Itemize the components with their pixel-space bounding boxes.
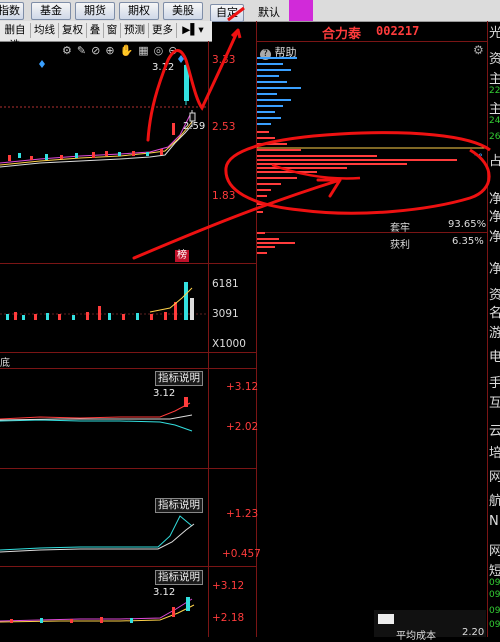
indicator2-axis-top: +1.23: [226, 508, 259, 520]
collapse-panel-icon[interactable]: ▶▌▾: [178, 23, 208, 38]
overlay-button[interactable]: 叠: [87, 23, 104, 38]
avg-cost-label: 平均成本: [396, 631, 436, 642]
volume-axis-mid: 3091: [212, 308, 239, 320]
remove-watchlist-button[interactable]: 删自选: [0, 23, 31, 51]
right-column-item: 短: [489, 564, 500, 579]
indicator3-chart[interactable]: [0, 595, 208, 637]
right-column-item: 占: [489, 154, 500, 169]
stock-code: 002217: [376, 24, 420, 38]
rank-badge[interactable]: 榜: [175, 250, 189, 262]
main-chart-right-border: [208, 41, 209, 637]
right-column-item: 名: [489, 306, 500, 321]
window-button[interactable]: 窗: [104, 23, 121, 38]
right-column-item: 航: [489, 494, 500, 509]
profit-value: 6.35%: [452, 236, 484, 247]
volume-axis-unit: X1000: [212, 338, 246, 350]
trapped-value: 93.65%: [448, 219, 487, 230]
price-axis-mid: 2.53: [212, 121, 236, 133]
indicator2-top-border: [0, 468, 256, 469]
indicator1-top-border: [0, 352, 256, 353]
more-button[interactable]: 更多: [149, 23, 177, 38]
lower-chip-bars: [257, 232, 295, 254]
right-column-item: 26: [489, 132, 500, 142]
forecast-button[interactable]: 预测: [121, 23, 149, 38]
right-column-item: 09: [489, 620, 500, 630]
avg-cost-value: 2.20: [462, 627, 485, 638]
indicator1-axis-low: +2.02: [226, 421, 259, 433]
right-column-item: 网: [489, 544, 500, 559]
tab-custom[interactable]: 自定: [210, 4, 244, 22]
price-low-label: 2.59: [183, 121, 206, 132]
tab-futures[interactable]: 期货: [75, 2, 115, 20]
right-column-item: 培: [489, 446, 500, 461]
price-chart[interactable]: [0, 55, 208, 263]
right-column-item: 游: [489, 326, 500, 341]
right-column-item: 净: [489, 210, 500, 225]
highlight-tab[interactable]: [289, 0, 313, 21]
adjust-price-button[interactable]: 复权: [59, 23, 87, 38]
indicator1-axis-top: +3.12: [226, 381, 259, 393]
volume-top-border: [0, 263, 256, 264]
profit-label: 获利: [390, 240, 410, 251]
right-column-item: 光: [489, 26, 500, 41]
volume-axis-top: 6181: [212, 278, 239, 290]
chart-toolbar: 删自选 均线 复权 叠 窗 预测 更多 ▶▌▾: [0, 21, 212, 51]
indicator3-help-button[interactable]: 指标说明: [155, 570, 203, 585]
right-column-item: 09: [489, 578, 500, 588]
indicator3-axis-low: +2.18: [212, 612, 245, 624]
tab-us-stocks[interactable]: 美股: [163, 2, 203, 20]
expand-icon[interactable]: [378, 614, 394, 624]
right-column-item: 云: [489, 424, 500, 439]
indicator2-axis-low: +0.457: [222, 548, 261, 560]
right-column-item: NI: [489, 514, 500, 529]
moving-average-button[interactable]: 均线: [31, 23, 59, 38]
right-column-item: 22: [489, 86, 500, 96]
right-column-item: 网: [489, 470, 500, 485]
price-axis-top: 3.33: [212, 54, 236, 66]
right-column-item: 电: [489, 350, 500, 365]
trapped-label: 套牢: [390, 223, 410, 234]
tab-fund[interactable]: 基金: [31, 2, 71, 20]
chip-panel-right-border: [487, 21, 488, 637]
price-high-label: 3.12: [152, 62, 175, 73]
right-column-item: 资: [489, 288, 500, 303]
indicator1-border: [0, 368, 256, 369]
right-column-item: 互: [489, 396, 500, 411]
volume-bottom-label: 底: [0, 358, 10, 369]
chip-bars-red: [257, 131, 457, 213]
right-column-item: 净: [489, 192, 500, 207]
indicator1-chart[interactable]: [0, 395, 208, 440]
market-tab-bar: 指数 基金 期货 期权 美股 自定 默认: [0, 0, 500, 22]
price-axis-low: 1.83: [212, 190, 236, 202]
volume-bars: [6, 282, 194, 320]
indicator1-help-button[interactable]: 指标说明: [155, 371, 203, 386]
avg-cost-box: 平均成本 2.20: [374, 610, 486, 642]
tab-index[interactable]: 指数: [0, 2, 24, 20]
right-column-item: 主: [489, 72, 500, 87]
right-column-item: 净: [489, 262, 500, 277]
chip-bars-blue: [257, 57, 301, 125]
right-column-item: 手: [489, 376, 500, 391]
chip-header-border: [256, 41, 487, 42]
indicator2-chart[interactable]: [0, 510, 208, 560]
right-column-item: 24: [489, 116, 500, 126]
right-column-item: 净: [489, 230, 500, 245]
tab-default[interactable]: 默认: [252, 5, 286, 21]
indicator3-top-border: [0, 566, 256, 567]
indicator3-axis-top: +3.12: [212, 580, 245, 592]
right-column-item: 09: [489, 590, 500, 600]
tab-options[interactable]: 期权: [119, 2, 159, 20]
candles: [8, 59, 196, 161]
chip-average-marker: ⊸: [474, 150, 483, 161]
stock-name: 合力泰: [322, 27, 362, 42]
volume-chart[interactable]: [0, 268, 208, 352]
right-column-item: 09: [489, 606, 500, 616]
right-column-item: 资: [489, 52, 500, 67]
right-column-item: 主: [489, 102, 500, 117]
